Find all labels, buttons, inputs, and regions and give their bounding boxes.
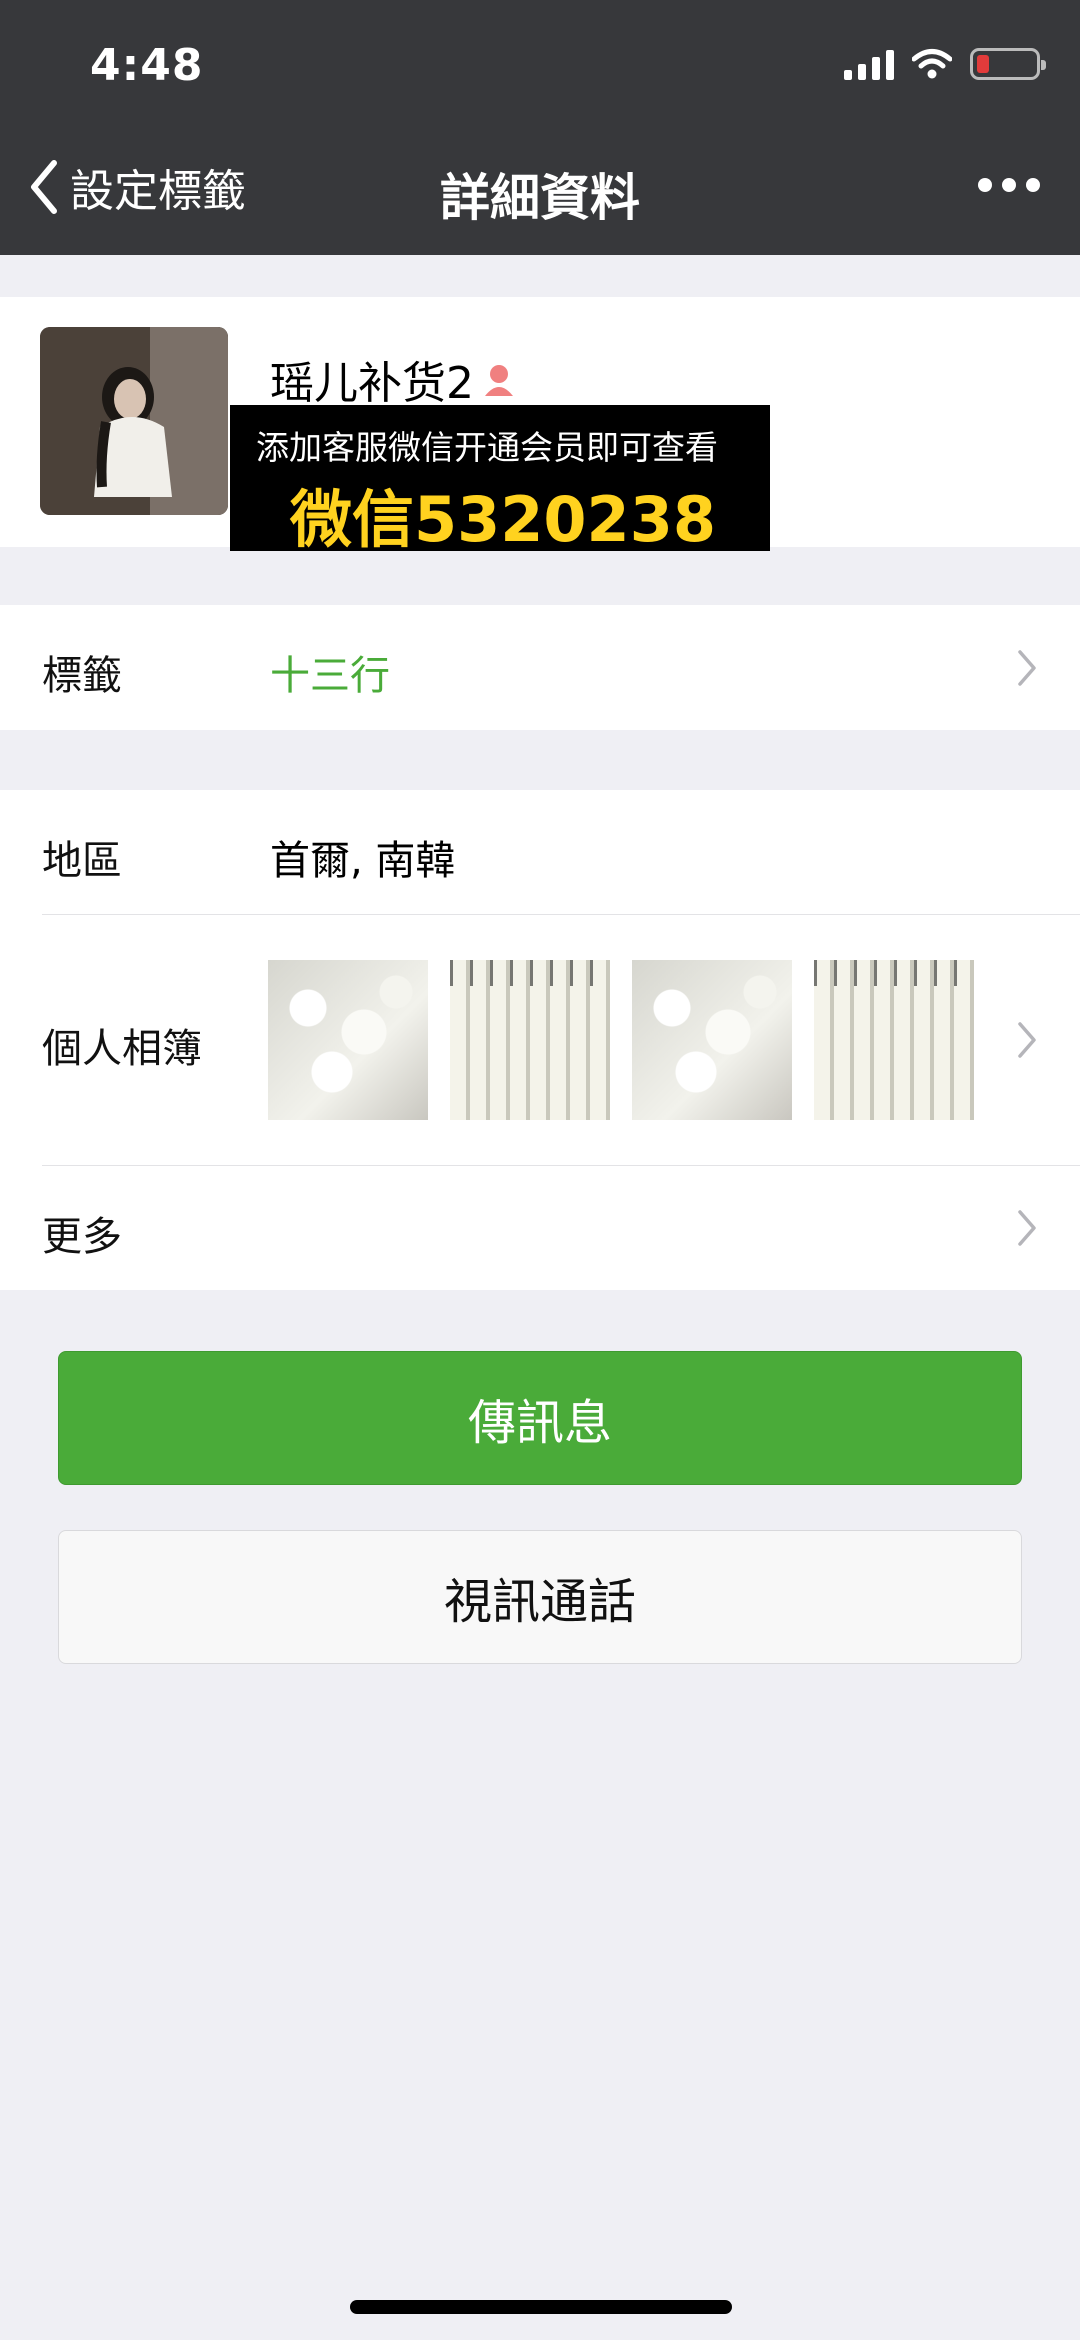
avatar-photo xyxy=(40,327,228,515)
album-photo-1[interactable] xyxy=(268,960,428,1120)
chevron-right-icon xyxy=(1018,1210,1036,1246)
wifi-icon xyxy=(912,49,952,79)
chevron-right-icon xyxy=(1018,650,1036,686)
more-options-button[interactable] xyxy=(978,178,1040,192)
region-label: 地區 xyxy=(42,838,122,884)
promo-wechat-id: 微信5320238 xyxy=(290,483,716,556)
promo-text: 添加客服微信开通会员即可查看 xyxy=(256,428,718,467)
gender-female-icon xyxy=(485,365,513,396)
contact-name-text: 瑶儿补货2 xyxy=(270,358,474,409)
tag-value: 十三行 xyxy=(270,653,390,699)
album-label: 個人相簿 xyxy=(42,1026,202,1072)
avatar[interactable] xyxy=(40,327,228,515)
info-group: 地區 首爾, 南韓 個人相簿 更多 xyxy=(0,790,1080,1290)
top-bar: 4:48 設定標籤 詳細資料 xyxy=(0,0,1080,255)
page-title: 詳細資料 xyxy=(440,169,640,227)
video-call-button[interactable]: 視訊通話 xyxy=(58,1530,1022,1664)
status-icons xyxy=(844,44,1046,84)
home-indicator[interactable] xyxy=(350,2300,732,2314)
profile-card: 瑶儿补货2 添加客服微信开通会员即可查看 微信5320238 xyxy=(0,297,1080,556)
album-photo-3[interactable] xyxy=(632,960,792,1120)
divider xyxy=(42,914,1080,915)
tag-label: 標籤 xyxy=(42,653,122,699)
send-message-button[interactable]: 傳訊息 xyxy=(58,1351,1022,1485)
more-label: 更多 xyxy=(42,1214,122,1260)
contact-name: 瑶儿补货2 xyxy=(270,347,518,411)
tag-row[interactable]: 標籤 十三行 xyxy=(0,605,1080,730)
ellipsis-icon xyxy=(978,178,992,192)
status-time: 4:48 xyxy=(90,40,204,91)
album-photo-2[interactable] xyxy=(450,960,610,1120)
chevron-right-icon xyxy=(1018,1022,1036,1058)
region-value: 首爾, 南韓 xyxy=(270,838,456,884)
battery-icon xyxy=(970,48,1046,80)
promo-overlay-banner: 添加客服微信开通会员即可查看 微信5320238 xyxy=(230,405,770,556)
divider xyxy=(42,1165,1080,1166)
album-photo-4[interactable] xyxy=(814,960,974,1120)
cellular-signal-icon xyxy=(844,48,894,80)
